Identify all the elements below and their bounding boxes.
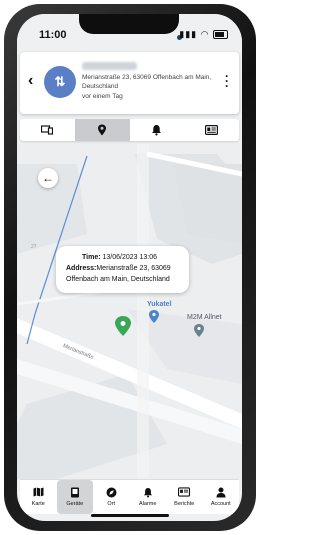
more-options-icon[interactable]: · · · <box>225 70 229 92</box>
nav-item-account[interactable]: Account <box>203 480 240 514</box>
device-address: Merianstraße 23, 63069 Offenbach am Main… <box>82 74 212 90</box>
nav-label-account: Account <box>210 501 231 507</box>
popup-time-label: Time: <box>82 254 101 261</box>
nav-item-geraete[interactable]: Geräte <box>56 480 93 514</box>
bell-icon <box>143 487 153 499</box>
popup-address-row: Address:Merianstraße 23, 63069 <box>66 265 171 272</box>
wifi-icon: ◠ <box>200 29 210 39</box>
tab-location[interactable] <box>74 119 130 141</box>
house-number-label: 27 <box>31 244 37 250</box>
map-canvas <box>17 144 242 479</box>
nav-label-alarme: Alarme <box>139 501 157 507</box>
map-back-button[interactable]: ← <box>38 168 58 188</box>
phone-frame: 11:00 ▮▮▮ ◠ ‹ ⇅ Merianstraße 23, 63069 O… <box>4 4 256 531</box>
device-icon <box>70 487 80 499</box>
device-header: ‹ ⇅ Merianstraße 23, 63069 Offenbach am … <box>20 52 239 114</box>
map-view[interactable]: ← Time: 13/06/2023 13:06 Address:Merians… <box>17 144 242 479</box>
device-name-blurred <box>82 62 137 70</box>
id-card-icon <box>205 125 219 135</box>
nav-item-ort[interactable]: Ort <box>93 480 130 514</box>
nav-item-berichte[interactable]: Berichte <box>166 480 203 514</box>
compass-icon <box>106 487 117 499</box>
device-tabs <box>20 119 239 141</box>
nav-label-berichte: Berichte <box>174 501 195 507</box>
device-last-seen: vor einem Tag <box>82 93 123 100</box>
nav-item-alarme[interactable]: Alarme <box>130 480 167 514</box>
devices-icon <box>41 125 54 135</box>
tab-details[interactable] <box>184 119 239 141</box>
location-pin-icon <box>98 124 107 136</box>
battery-icon <box>213 30 228 40</box>
back-arrow-icon[interactable]: ‹ <box>28 72 33 90</box>
nav-label-ort: Ort <box>107 501 116 507</box>
popup-time-row: Time: 13/06/2023 13:06 <box>82 254 157 261</box>
device-avatar: ⇅ <box>44 66 76 98</box>
arrow-left-icon: ← <box>42 171 54 185</box>
nav-label-karte: Karte <box>31 501 45 507</box>
signal-icon: ▮▮▮ <box>179 29 198 39</box>
poi-label-m2m: M2M Allnet <box>187 314 222 321</box>
tab-devices[interactable] <box>20 119 75 141</box>
status-time: 11:00 <box>39 29 67 41</box>
popup-time-value: 13/06/2023 13:06 <box>102 254 158 261</box>
bell-icon <box>152 125 162 136</box>
bottom-nav: Karte Geräte Ort Alarme Berichte Account <box>20 479 239 514</box>
popup-address-line1: Merianstraße 23, 63069 <box>96 265 171 272</box>
location-popup: Time: 13/06/2023 13:06 Address:Merianstr… <box>56 246 189 293</box>
popup-address-label: Address: <box>66 265 97 272</box>
home-indicator[interactable] <box>91 514 169 517</box>
tab-alarms[interactable] <box>130 119 185 141</box>
poi-label-yukatel: Yukatel <box>147 301 172 308</box>
status-icons: ▮▮▮ ◠ <box>179 29 228 40</box>
nav-item-karte[interactable]: Karte <box>20 480 57 514</box>
status-bar: 11:00 ▮▮▮ ◠ <box>17 14 242 50</box>
popup-address-line2: Offenbach am Main, Deutschland <box>66 276 170 283</box>
report-icon <box>178 487 191 499</box>
nav-label-geraete: Geräte <box>66 501 84 507</box>
account-icon <box>216 487 226 499</box>
screen: 11:00 ▮▮▮ ◠ ‹ ⇅ Merianstraße 23, 63069 O… <box>17 14 242 521</box>
map-icon <box>33 487 44 499</box>
notch <box>79 14 179 34</box>
